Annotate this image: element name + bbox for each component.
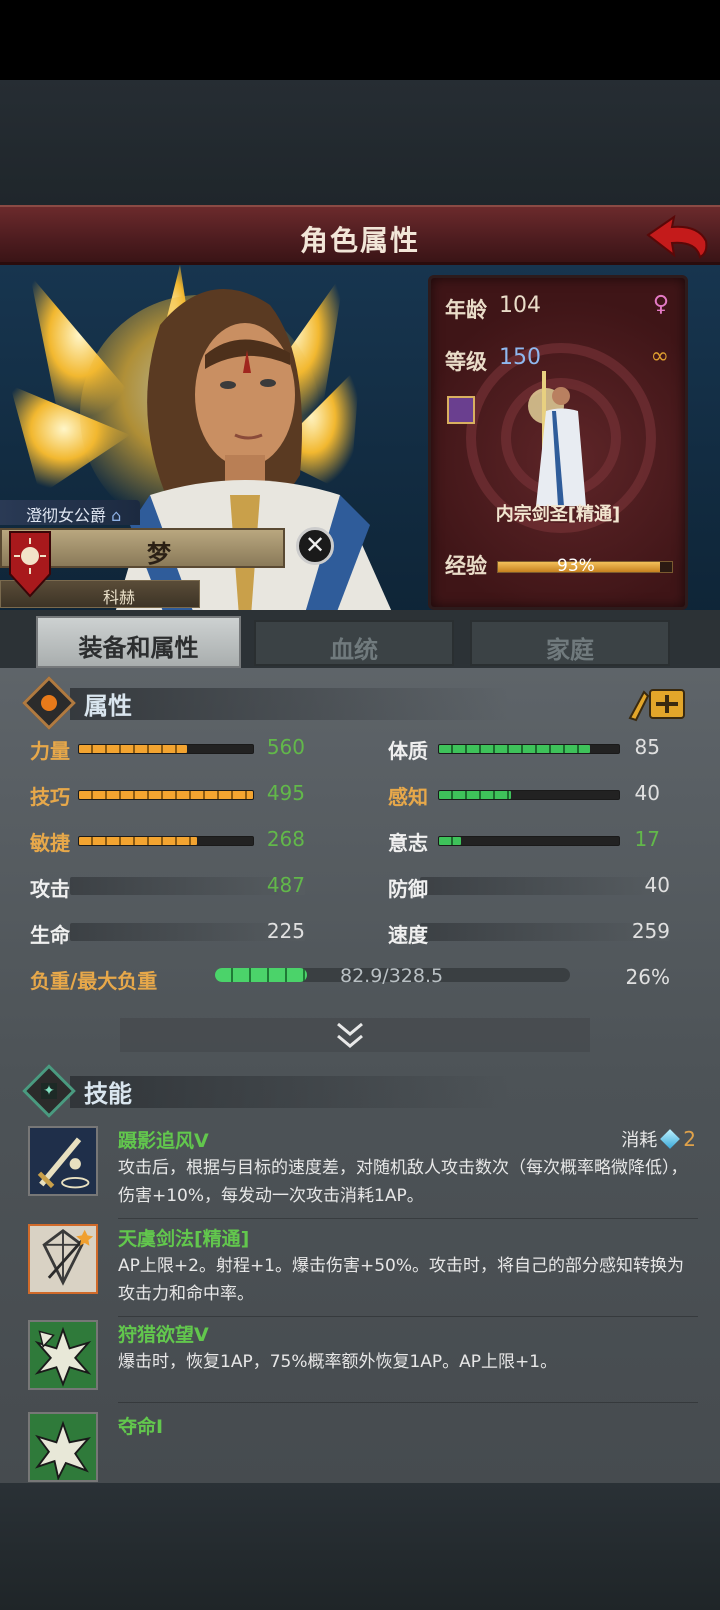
stat-value-agility: 268 [266, 827, 305, 851]
stat-value-speed: 259 [631, 919, 670, 943]
stat-label-attack: 攻击 [30, 877, 70, 901]
skill-name: 天虞剑法[精通] [118, 1228, 250, 1250]
load-value: 82.9/328.5 [340, 965, 444, 987]
stat-label-skill: 技巧 [30, 785, 70, 809]
divider [118, 1402, 698, 1403]
tabs-bar: 装备和属性 血统 家庭 [0, 610, 720, 670]
skill-name: 蹑影追风V [118, 1130, 209, 1152]
skill-item[interactable]: 夺命I [28, 1412, 708, 1483]
stat-bar-fill [439, 837, 461, 845]
skill-description: 爆击时，恢复1AP，75%概率额外恢复1AP。AP上限+1。 [118, 1352, 558, 1372]
stat-label-constitution: 体质 [388, 739, 428, 763]
gem-icon [660, 1129, 681, 1149]
load-bar-fill [215, 968, 308, 982]
stat-value-defense: 40 [644, 873, 670, 897]
skills-title: 技能 [84, 1080, 132, 1108]
load-label: 负重/最大负重 [30, 969, 158, 993]
skill-book-icon[interactable] [447, 396, 475, 424]
stat-bar-skill [78, 790, 254, 800]
stat-value-willpower: 17 [634, 827, 660, 851]
stat-label-willpower: 意志 [388, 831, 428, 855]
skills-header: ✦ 技能 [22, 1064, 670, 1118]
header-background [0, 80, 720, 205]
attributes-header: 属性 [22, 676, 670, 730]
noble-title: 澄彻女公爵 [26, 506, 107, 525]
page-title: 角色属性 [299, 224, 420, 257]
crown-icon: ⌂ [111, 506, 122, 525]
allocate-points-icon[interactable] [626, 684, 688, 724]
age-value: 104 [499, 293, 541, 318]
noble-title-badge: 澄彻女公爵 ⌂ [0, 500, 140, 525]
stat-label-strength: 力量 [30, 739, 70, 763]
hunting-skill-icon [28, 1320, 98, 1390]
family-crest-icon[interactable] [8, 530, 52, 598]
tab-bloodline[interactable]: 血统 [254, 620, 454, 666]
class-figure-icon [528, 371, 586, 506]
stat-value-constitution: 85 [634, 735, 660, 759]
skill-name: 狩猎欲望V [118, 1324, 209, 1346]
stat-bar-fill [79, 791, 253, 799]
character-name: 梦 [147, 540, 171, 568]
stat-value-health: 225 [266, 919, 305, 943]
skill-item[interactable]: 天虞剑法[精通] AP上限+2。射程+1。爆击伤害+50%。攻击时，将自己的部分… [28, 1224, 708, 1314]
stat-label-defense: 防御 [388, 877, 428, 901]
stat-bar-perception [438, 790, 620, 800]
age-label: 年龄 [445, 298, 487, 322]
stat-bar-fill [79, 745, 187, 753]
exp-label: 经验 [445, 554, 487, 578]
skill-item[interactable]: 狩猎欲望V 爆击时，恢复1AP，75%概率额外恢复1AP。AP上限+1。 [28, 1320, 708, 1400]
stat-value-perception: 40 [634, 781, 660, 805]
sword-shadow-skill-icon [28, 1126, 98, 1196]
skill-name: 夺命I [118, 1416, 164, 1438]
stat-value-strength: 560 [266, 735, 305, 759]
stat-label-perception: 感知 [388, 785, 428, 809]
close-icon[interactable]: ✕ [296, 527, 334, 565]
skill-description: 攻击后，根据与目标的速度差，对随机敌人攻击数次（每次概率略微降低），伤害+10%… [118, 1158, 688, 1206]
main-content: 属性 攻击 487 生命 225 防御 40 速度 259 负重/最大负重 82… [0, 668, 720, 1483]
skill-star-icon: ✦ [22, 1064, 76, 1118]
skill-item[interactable]: 蹑影追风V 消耗 2 攻击后，根据与目标的速度差，对随机敌人攻击数次（每次概率略微… [28, 1126, 708, 1216]
info-panel: 年龄 104 ♀ 等级 150 ∞ 内宗剑圣[精通] 经验 93% [428, 275, 688, 610]
title-bar: 角色属性 [0, 205, 720, 265]
female-icon: ♀ [652, 292, 669, 317]
stat-bar-fill [439, 745, 591, 753]
back-arrow-icon[interactable] [644, 213, 710, 261]
load-percent: 26% [625, 965, 670, 989]
attribute-icon [22, 676, 76, 730]
attributes-title: 属性 [84, 692, 132, 720]
stat-bar-constitution [438, 744, 620, 754]
bottom-area [0, 1483, 720, 1610]
stat-bar-willpower [438, 836, 620, 846]
character-portrait [10, 265, 400, 630]
exp-percent: 93% [557, 556, 595, 576]
cost-value: 2 [683, 1127, 696, 1151]
tab-family[interactable]: 家庭 [470, 620, 670, 666]
stat-bar-strength [78, 744, 254, 754]
cost-label: 消耗 [621, 1130, 658, 1151]
stat-value-attack: 487 [266, 873, 305, 897]
class-name: 内宗剑圣[精通] [495, 504, 621, 525]
section-strip [70, 1076, 510, 1108]
stat-bar-fill [79, 837, 198, 845]
stat-value-skill: 495 [266, 781, 305, 805]
section-strip [70, 688, 510, 720]
tab-equipment-attributes[interactable]: 装备和属性 [36, 616, 241, 668]
divider [118, 1316, 698, 1317]
stat-label-agility: 敏捷 [30, 831, 70, 855]
rings-icon[interactable]: ∞ [651, 344, 669, 369]
skill-description: AP上限+2。射程+1。爆击伤害+50%。攻击时，将自己的部分感知转换为攻击力和… [118, 1256, 685, 1304]
stat-label-speed: 速度 [388, 923, 428, 947]
killing-skill-icon [28, 1412, 98, 1482]
level-label: 等级 [445, 350, 487, 374]
stat-bar-agility [78, 836, 254, 846]
chevron-down-icon[interactable] [333, 1018, 367, 1052]
top-status-area [0, 0, 720, 80]
divider [118, 1218, 698, 1219]
stat-label-health: 生命 [30, 923, 70, 947]
skill-cost: 消耗 2 [621, 1126, 696, 1152]
sword-art-skill-icon [28, 1224, 98, 1294]
stat-bar-fill [439, 791, 511, 799]
house-name: 科赫 [103, 588, 136, 607]
